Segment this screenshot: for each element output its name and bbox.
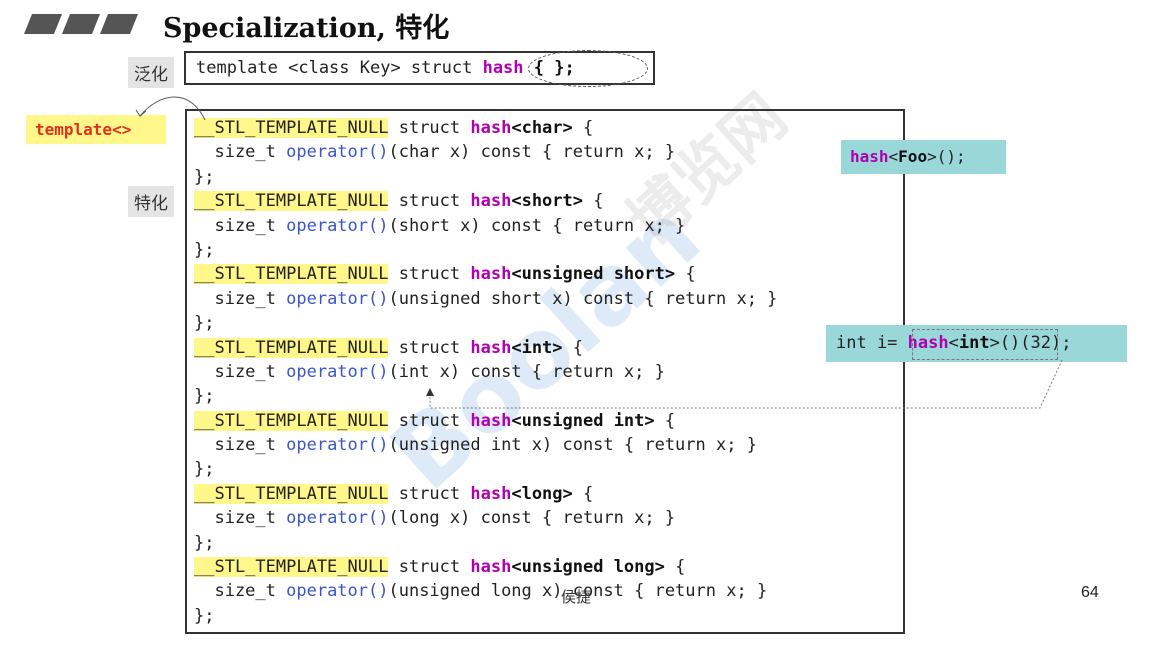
connector-lines: [135, 96, 1063, 409]
int-call-connector: [429, 359, 1063, 409]
author-name: 侯捷: [561, 588, 592, 606]
template-marker-arrow: [139, 96, 206, 121]
page-number: 64: [1081, 584, 1099, 601]
arrow-head: [426, 388, 434, 396]
